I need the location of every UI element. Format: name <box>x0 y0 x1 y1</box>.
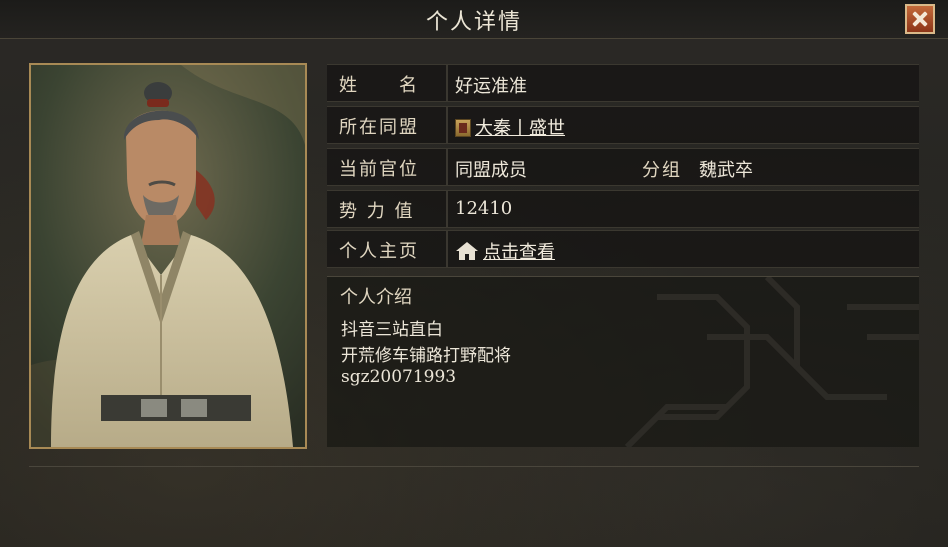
header-bar: 个人详情 <box>0 0 948 39</box>
alliance-flag-icon <box>455 119 471 137</box>
intro-line: 开荒修车铺路打野配将 <box>341 346 511 366</box>
page-title: 个人详情 <box>425 10 522 35</box>
bottom-divider <box>29 466 919 467</box>
intro-panel: 个人介绍 抖音三站直白 开荒修车铺路打野配将 sgz20071993 <box>327 276 919 447</box>
position-row: 当前官位 同盟成员 分组 魏武卒 <box>327 148 919 186</box>
alliance-label: 所在同盟 <box>339 117 419 138</box>
name-row: 姓 名 好运准准 <box>327 64 919 102</box>
player-name: 好运准准 <box>455 76 527 97</box>
power-label: 势 力 值 <box>339 201 415 222</box>
power-row: 势 力 值 12410 <box>327 190 919 228</box>
row-divider <box>446 65 448 101</box>
position-value: 同盟成员 <box>455 160 527 181</box>
row-divider <box>446 191 448 227</box>
row-divider <box>446 231 448 267</box>
row-divider <box>446 107 448 143</box>
alliance-value[interactable]: 大秦丨盛世 <box>455 114 565 140</box>
close-icon[interactable] <box>905 4 935 34</box>
character-portrait <box>29 63 307 449</box>
alliance-row: 所在同盟 大秦丨盛世 <box>327 106 919 144</box>
homepage-row: 个人主页 点击查看 <box>327 230 919 268</box>
homepage-link[interactable]: 点击查看 <box>483 242 555 263</box>
intro-line: 抖音三站直白 <box>341 320 443 340</box>
intro-title: 个人介绍 <box>340 287 412 308</box>
row-divider <box>446 149 448 185</box>
portrait-image <box>31 65 305 447</box>
alliance-link[interactable]: 大秦丨盛世 <box>475 118 565 139</box>
homepage-label: 个人主页 <box>339 241 419 262</box>
homepage-value[interactable]: 点击查看 <box>455 238 555 264</box>
position-label: 当前官位 <box>339 159 419 180</box>
intro-line: sgz20071993 <box>341 367 457 387</box>
power-value: 12410 <box>455 198 513 219</box>
home-icon <box>456 242 478 260</box>
group-label: 分组 <box>642 160 682 181</box>
group-value: 魏武卒 <box>699 160 753 181</box>
name-label: 姓 名 <box>339 75 419 96</box>
